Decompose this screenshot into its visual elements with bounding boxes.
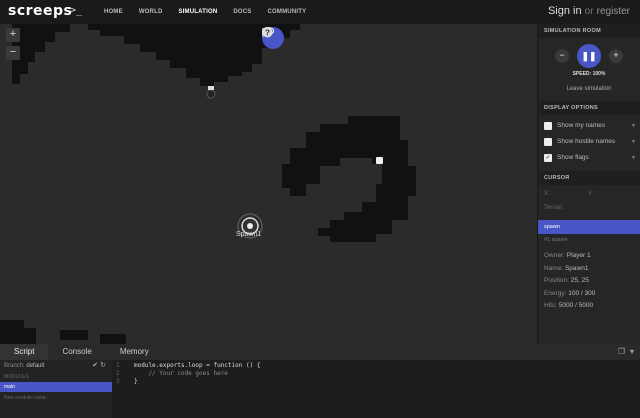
chevron-down-icon[interactable]: ▼ <box>631 118 636 134</box>
code-line: 2 // Your code goes here <box>116 370 228 377</box>
logo-prompt-icon: >_ <box>70 5 83 16</box>
wall-terrain <box>12 24 70 84</box>
maximize-icon[interactable]: ❐ <box>618 347 625 356</box>
nav-home[interactable]: HOME <box>96 0 131 24</box>
object-info: Owner: Player 1 Name: Spawn1 Position: 2… <box>538 250 640 313</box>
nav-community[interactable]: COMMUNITY <box>260 0 315 24</box>
help-icon[interactable]: ? <box>262 27 374 49</box>
chevron-down-icon[interactable]: ▼ <box>631 150 636 166</box>
speed-decrease-button[interactable]: − <box>555 49 569 63</box>
pause-button[interactable]: ❚❚ <box>577 44 601 68</box>
terrain-layer <box>0 24 416 344</box>
main-nav: HOME WORLD SIMULATION DOCS COMMUNITY <box>96 0 314 24</box>
zoom-in-button[interactable]: + <box>6 28 20 42</box>
right-sidebar: SIMULATION ROOM − ❚❚ + SPEED: 100% Leave… <box>537 24 640 344</box>
wall-terrain <box>0 320 36 344</box>
info-energy: Energy: 100 / 300 <box>544 289 596 297</box>
commit-icon[interactable]: ✔ <box>92 362 98 369</box>
info-hits: Hits: 5000 / 5000 <box>544 302 594 309</box>
panel-tabs: Script Console Memory ❐ ▾ <box>0 344 640 360</box>
branch-selector[interactable]: Branch: default ✔ ↻ <box>0 360 112 372</box>
cursor-header[interactable]: CURSOR <box>538 171 640 185</box>
flag-icon[interactable] <box>262 27 314 49</box>
panel-controls: ❐ ▾ <box>618 347 634 356</box>
nav-world[interactable]: WORLD <box>131 0 171 24</box>
sign-in-link[interactable]: Sign in <box>548 5 582 17</box>
code-editor[interactable]: 1 module.exports.loop = function () { 2 /… <box>112 360 640 418</box>
cursor-coords: X: Y: <box>544 191 594 197</box>
info-owner: Owner: Player 1 <box>544 252 591 259</box>
room-map[interactable]: + − ? Spawn1 <box>0 24 537 344</box>
auth-or-text: or <box>584 6 594 17</box>
option-show-my-names[interactable]: Show my names ▼ <box>538 118 640 134</box>
checkbox[interactable] <box>544 122 552 130</box>
chevron-down-icon[interactable]: ▼ <box>631 134 636 150</box>
option-show-flags[interactable]: ✓ Show flags ▼ <box>538 150 640 166</box>
selected-object-item[interactable]: spawn <box>538 220 640 234</box>
checkbox-checked[interactable]: ✓ <box>544 154 552 162</box>
leave-simulation-link[interactable]: Leave simulation <box>538 86 640 92</box>
revert-icon[interactable]: ↻ <box>100 362 106 369</box>
speed-controls: − ❚❚ + <box>538 44 640 68</box>
zoom-out-button[interactable]: − <box>6 46 20 60</box>
code-line: 3} <box>116 378 138 385</box>
simulation-room-header[interactable]: SIMULATION ROOM <box>538 24 640 38</box>
tab-script[interactable]: Script <box>0 344 49 360</box>
code-line: 1 module.exports.loop = function () { <box>116 362 261 369</box>
speed-label: SPEED: 100% <box>572 71 606 77</box>
module-main[interactable]: main <box>0 382 112 392</box>
cube-icon[interactable] <box>262 27 344 49</box>
speed-increase-button[interactable]: + <box>609 49 623 63</box>
checkbox[interactable] <box>544 138 552 146</box>
tab-console[interactable]: Console <box>48 344 105 360</box>
spawn-name-label: Spawn1 <box>236 231 262 238</box>
energy-source <box>376 157 383 164</box>
display-options-header[interactable]: DISPLAY OPTIONS <box>538 101 640 115</box>
auth-links: Sign in or register <box>548 5 630 17</box>
register-link[interactable]: register <box>597 6 630 17</box>
info-name: Name: Spawn1 <box>544 264 589 272</box>
module-sidebar: Branch: default ✔ ↻ MODULES main New mod… <box>0 360 112 418</box>
collapse-icon[interactable]: ▾ <box>630 347 634 356</box>
nav-simulation[interactable]: SIMULATION <box>170 0 225 24</box>
new-module-input[interactable]: New module name... <box>0 392 112 404</box>
bottom-panel: Script Console Memory ❐ ▾ Branch: defaul… <box>0 344 640 418</box>
cursor-terrain: Terrain: <box>544 205 565 211</box>
svg-text:?: ? <box>265 28 270 37</box>
top-nav-bar: screeps >_ HOME WORLD SIMULATION DOCS CO… <box>0 0 640 24</box>
modules-header: MODULES <box>4 374 29 380</box>
object-subitem[interactable]: #1 spawn <box>538 234 640 246</box>
wall-terrain <box>282 116 416 242</box>
option-show-hostile-names[interactable]: Show hostile names ▼ <box>538 134 640 150</box>
map-toolbar: ? <box>262 27 374 49</box>
nav-docs[interactable]: DOCS <box>225 0 259 24</box>
logo[interactable]: screeps <box>8 3 72 19</box>
info-position: Position: 25, 25 <box>544 277 589 284</box>
tab-memory[interactable]: Memory <box>106 344 163 360</box>
